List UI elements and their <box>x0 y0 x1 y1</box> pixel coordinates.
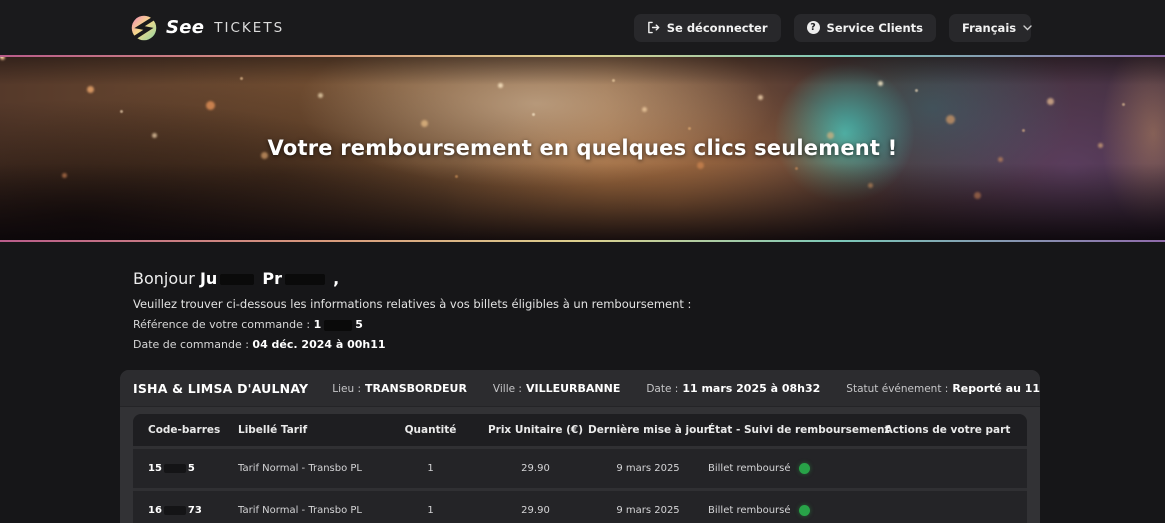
event-date-value: 11 mars 2025 à 08h32 <box>682 382 821 395</box>
hero-gradient-line-bottom <box>0 240 1165 242</box>
redacted-text <box>285 274 326 285</box>
ticket-quantity: 1 <box>427 463 434 474</box>
language-select[interactable]: Français <box>949 13 1032 42</box>
event-status-value: Reporté au 11 avr. 2026 à 20h00 <box>952 382 1040 395</box>
redacted-text <box>163 463 186 473</box>
order-reference-start: 1 <box>313 318 322 331</box>
order-reference-end: 5 <box>355 318 363 331</box>
topbar: See TICKETS Se déconnecter ? Service Cli… <box>0 0 1165 55</box>
hero-gradient-line-top <box>0 55 1165 57</box>
logout-icon <box>647 21 660 34</box>
hero-banner: Votre remboursement en quelques clics se… <box>0 55 1165 242</box>
event-city-label: Ville : <box>492 383 522 395</box>
event-status-label: Statut événement : <box>846 383 949 395</box>
event-venue: Lieu : TRANSBORDEUR <box>332 382 467 395</box>
ticket-unit-price: 29.90 <box>521 463 550 474</box>
ticket-unit-price: 29.90 <box>521 505 550 516</box>
greeting-suffix: , <box>333 269 340 288</box>
greeting-block: Bonjour Ju Pr , Veuillez trouver ci-dess… <box>120 269 1165 351</box>
ticket-barcode: 16 73 <box>148 505 202 516</box>
topbar-actions: Se déconnecter ? Service Clients Françai… <box>633 13 1032 42</box>
ticket-tariff: Tarif Normal - Transbo PL <box>238 463 362 474</box>
event-date-label: Date : <box>646 383 679 395</box>
col-header-tariff: Libellé Tarif <box>238 424 308 436</box>
event-card-body: Code-barres Libellé Tarif Quantité Prix … <box>120 407 1040 523</box>
customer-last-name: Pr <box>262 269 283 288</box>
order-reference-line: Référence de votre commande : 1 5 <box>133 318 1165 331</box>
hero-title: Votre remboursement en quelques clics se… <box>267 135 898 160</box>
tickets-table: Code-barres Libellé Tarif Quantité Prix … <box>133 414 1027 523</box>
customer-service-label: Service Clients <box>826 20 923 35</box>
ticket-refund-status: Billet remboursé <box>708 505 883 516</box>
main-content: Bonjour Ju Pr , Veuillez trouver ci-dess… <box>0 242 1165 523</box>
order-reference-label: Référence de votre commande : <box>133 318 311 331</box>
ticket-tariff: Tarif Normal - Transbo PL <box>238 505 362 516</box>
refund-status-text: Billet remboursé <box>708 463 791 474</box>
event-card-header: ISHA & LIMSA D'AULNAY Lieu : TRANSBORDEU… <box>120 370 1040 407</box>
redacted-text <box>163 505 186 515</box>
event-venue-label: Lieu : <box>332 383 362 395</box>
redacted-text <box>220 274 255 285</box>
order-date-line: Date de commande : 04 déc. 2024 à 00h11 <box>133 338 1165 351</box>
logout-button[interactable]: Se déconnecter <box>633 13 781 42</box>
customer-service-button[interactable]: ? Service Clients <box>793 13 936 42</box>
col-header-actions: Actions de votre part <box>884 424 1011 436</box>
logo-brand-see: See <box>166 17 205 38</box>
customer-first-name: Ju <box>199 269 218 288</box>
event-city-value: VILLEURBANNE <box>525 382 621 395</box>
event-card: ISHA & LIMSA D'AULNAY Lieu : TRANSBORDEU… <box>120 370 1040 523</box>
event-name: ISHA & LIMSA D'AULNAY <box>133 381 309 396</box>
seetickets-logo-mark-icon <box>130 14 158 42</box>
event-venue-value: TRANSBORDEUR <box>365 382 467 395</box>
greeting-prefix: Bonjour <box>133 269 195 288</box>
col-header-barcode: Code-barres <box>148 424 221 436</box>
status-dot-icon <box>798 463 810 474</box>
ticket-row: 16 73 Tarif Normal - Transbo PL 1 29.90 9… <box>133 491 1027 523</box>
col-header-refund-status: État - Suivi de remboursement <box>708 424 890 436</box>
seetickets-logo[interactable]: See TICKETS <box>130 14 284 42</box>
col-header-unit-price: Prix Unitaire (€) <box>487 424 584 436</box>
logo-brand-tickets: TICKETS <box>214 19 285 36</box>
help-icon: ? <box>806 21 820 34</box>
chevron-down-icon <box>1023 24 1032 31</box>
ticket-last-update: 9 mars 2025 <box>616 463 680 474</box>
col-header-quantity: Quantité <box>404 424 457 436</box>
event-date: Date : 11 mars 2025 à 08h32 <box>646 382 820 395</box>
ticket-quantity: 1 <box>427 505 434 516</box>
intro-text: Veuillez trouver ci-dessous les informat… <box>133 297 692 311</box>
event-status: Statut événement : Reporté au 11 avr. 20… <box>846 382 1040 395</box>
language-selected-value: Français <box>962 20 1017 35</box>
logout-label: Se déconnecter <box>666 20 768 35</box>
ticket-row: 15 5 Tarif Normal - Transbo PL 1 29.90 9 … <box>133 449 1027 488</box>
refund-status-text: Billet remboursé <box>708 505 791 516</box>
col-header-last-update: Dernière mise à jour <box>588 424 709 436</box>
event-city: Ville : VILLEURBANNE <box>493 382 620 395</box>
greeting-line: Bonjour Ju Pr , <box>133 269 1165 288</box>
ticket-last-update: 9 mars 2025 <box>616 505 680 516</box>
redacted-text <box>324 319 353 331</box>
refund-page: See TICKETS Se déconnecter ? Service Cli… <box>0 0 1165 523</box>
order-date-value: 04 déc. 2024 à 00h11 <box>252 338 386 351</box>
order-date-label: Date de commande : <box>133 338 249 351</box>
status-dot-icon <box>798 505 810 516</box>
ticket-refund-status: Billet remboursé <box>708 463 883 474</box>
ticket-barcode: 15 5 <box>148 463 195 474</box>
tickets-table-header: Code-barres Libellé Tarif Quantité Prix … <box>133 414 1027 446</box>
